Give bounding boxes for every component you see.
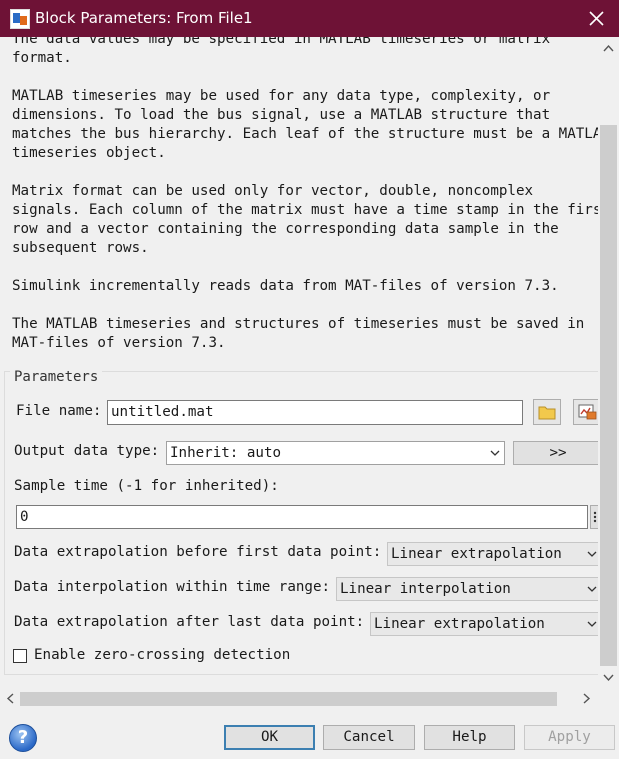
close-button[interactable] (582, 4, 612, 34)
zero-crossing-checkbox[interactable] (13, 649, 27, 663)
description-paragraph: MATLAB timeseries may be used for any da… (12, 88, 598, 161)
zero-crossing-label[interactable]: Enable zero-crossing detection (34, 647, 290, 663)
sample-time-menu-button[interactable] (590, 505, 598, 529)
sample-time-input[interactable]: 0 (16, 505, 588, 529)
description-paragraph: Matrix format can be used only for vecto… (12, 183, 598, 256)
scroll-down-icon[interactable] (600, 669, 617, 686)
file-name-label: File name: (16, 403, 102, 419)
signal-editor-icon (578, 404, 597, 420)
output-data-type-value: Inherit: auto (170, 445, 282, 461)
output-data-type-select[interactable]: Inherit: auto (166, 441, 505, 465)
interpolation-select[interactable]: Linear interpolation (336, 577, 598, 601)
folder-icon (538, 406, 556, 420)
apply-button[interactable]: Apply (524, 725, 615, 750)
extrapolation-before-select[interactable]: Linear extrapolation (387, 542, 598, 566)
open-signal-editor-button[interactable] (573, 399, 598, 425)
vertical-scrollbar[interactable] (598, 37, 619, 689)
browse-folder-button[interactable] (533, 399, 561, 425)
file-name-input[interactable]: untitled.mat (107, 400, 523, 425)
scroll-up-icon[interactable] (600, 40, 617, 57)
simulink-block-icon (10, 9, 30, 29)
horizontal-scroll-thumb[interactable] (20, 692, 557, 706)
sample-time-label: Sample time (-1 for inherited): (14, 478, 279, 494)
description-paragraph: The MATLAB timeseries and structures of … (12, 316, 585, 351)
description-paragraph: Simulink incrementally reads data from M… (12, 278, 559, 294)
interpolation-value: Linear interpolation (340, 581, 511, 597)
scroll-left-icon[interactable] (2, 690, 19, 707)
window-title: Block Parameters: From File1 (35, 9, 253, 27)
description-paragraph: The data values may be specified in MATL… (12, 37, 551, 66)
ok-button[interactable]: OK (224, 725, 315, 750)
extrapolation-after-label: Data extrapolation after last data point… (14, 614, 365, 630)
chevron-down-icon (587, 551, 597, 557)
extrapolation-after-select[interactable]: Linear extrapolation (370, 612, 598, 636)
block-description: The data values may be specified in MATL… (12, 37, 598, 351)
parameters-group-title: Parameters (10, 369, 103, 385)
extrapolation-before-label: Data extrapolation before first data poi… (14, 544, 382, 560)
more-options-icon (593, 511, 597, 523)
chevron-down-icon (587, 586, 597, 592)
horizontal-scrollbar[interactable] (0, 689, 598, 709)
title-bar: Block Parameters: From File1 (0, 0, 619, 37)
scroll-right-icon[interactable] (578, 690, 595, 707)
dialog-content: The data values may be specified in MATL… (0, 37, 598, 687)
extrapolation-before-value: Linear extrapolation (391, 546, 562, 562)
chevron-down-icon (587, 621, 597, 627)
interpolation-label: Data interpolation within time range: (14, 579, 331, 595)
vertical-scroll-thumb[interactable] (600, 125, 617, 666)
output-data-type-label: Output data type: (14, 443, 160, 459)
extrapolation-after-value: Linear extrapolation (374, 616, 545, 632)
cancel-button[interactable]: Cancel (323, 725, 415, 750)
chevron-down-icon (490, 450, 500, 456)
data-type-assistant-button[interactable]: >> (513, 441, 598, 465)
help-icon[interactable]: ? (9, 724, 37, 752)
help-button[interactable]: Help (424, 725, 515, 750)
close-icon (589, 11, 604, 26)
